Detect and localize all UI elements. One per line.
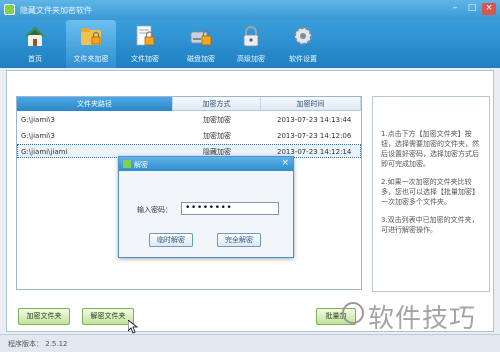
tool-disk-encrypt[interactable]: 磁盘加密 [176,20,226,68]
file-lock-icon [136,25,155,46]
main-toolbar: 首页 文件夹加密 文件加密 磁盘加密 高级加密 软件设置 [0,20,500,68]
row-method: 加密加密 [203,116,231,124]
title-bar: 隐藏文件夹加密软件 – □ × [0,0,500,20]
dialog-close-icon[interactable]: × [281,158,289,168]
column-header-path[interactable]: 文件夹路径 [17,97,173,111]
tool-label: 首页 [28,55,42,63]
table-row[interactable]: G:\jiami\3 加密加密 2013-07-23 14:13:44 [17,113,361,127]
window-controls: – □ × [448,3,496,15]
encrypt-folder-button[interactable]: 加密文件夹 [18,308,70,325]
full-decrypt-button[interactable]: 完全解密 [217,233,261,247]
mouse-cursor-icon [128,320,138,334]
password-label: 输入密码： [137,206,172,214]
temporary-decrypt-button[interactable]: 临时解密 [149,233,193,247]
dialog-app-icon [123,160,131,168]
maximize-button[interactable]: □ [465,3,479,15]
table-row[interactable]: G:\jiami\3 加密加密 2013-07-23 14:12:06 [17,129,361,143]
tool-home[interactable]: 首页 [10,20,60,68]
version-label: 程序版本： 2.5.12 [8,340,68,348]
watermark-logo: 软件技巧 [342,296,492,334]
row-path: G:\jiami\3 [21,116,55,124]
dialog-title-bar: 解密 × [119,157,293,171]
instruction-step-1: 1.点击下方【加密文件夹】按钮，选择需要加密的文件夹，然后设置好密码，选择加密方… [381,130,479,168]
tool-label: 高级加密 [237,55,265,63]
tool-label: 磁盘加密 [187,55,215,63]
row-path: G:\jiami\3 [21,132,55,140]
password-input[interactable]: •••••••• [181,202,279,215]
watermark-icon [342,302,364,324]
minimize-button[interactable]: – [448,3,462,15]
padlock-icon [243,26,259,47]
row-method: 加密加密 [203,132,231,140]
folder-lock-icon [81,28,101,45]
row-time: 2013-07-23 14:12:06 [277,132,352,140]
watermark-text: 软件技巧 [368,304,477,334]
column-header-time[interactable]: 加密时间 [261,97,361,111]
decrypt-folder-button[interactable]: 解密文件夹 [82,308,134,325]
app-icon [4,4,15,15]
home-icon [25,27,45,46]
tool-label: 文件夹加密 [73,55,109,63]
tool-file-encrypt[interactable]: 文件加密 [120,20,170,68]
row-path: G:\jiami\jiami [21,148,68,156]
list-header: 文件夹路径 加密方式 加密时间 [17,97,361,111]
instruction-panel: 1.点击下方【加密文件夹】按钮，选择需要加密的文件夹，然后设置好密码，选择加密方… [372,96,490,292]
tool-label: 软件设置 [289,55,317,63]
instruction-step-3: 3.双击列表中已加密的文件夹，可进行解密操作。 [381,216,479,234]
dialog-title: 解密 [134,161,148,169]
row-time: 2013-07-23 14:13:44 [277,116,352,124]
status-bar: 程序版本： 2.5.12 [0,334,500,352]
column-header-method[interactable]: 加密方式 [173,97,261,111]
tool-folder-encrypt[interactable]: 文件夹加密 [66,20,116,68]
tool-settings[interactable]: 软件设置 [278,20,328,68]
version-value: 2.5.12 [45,340,68,348]
gear-icon [294,27,312,45]
close-button[interactable]: × [482,3,496,15]
disk-lock-icon [190,30,212,46]
tool-advanced-encrypt[interactable]: 高级加密 [226,20,276,68]
tool-label: 文件加密 [131,55,159,63]
decrypt-dialog: 解密 × 输入密码： •••••••• 临时解密 完全解密 [118,156,294,258]
instruction-step-2: 2.如果一次加密的文件夹比较多，您也可以选择【批量加密】一次加密多个文件夹。 [381,178,479,206]
window-title: 隐藏文件夹加密软件 [20,6,92,15]
